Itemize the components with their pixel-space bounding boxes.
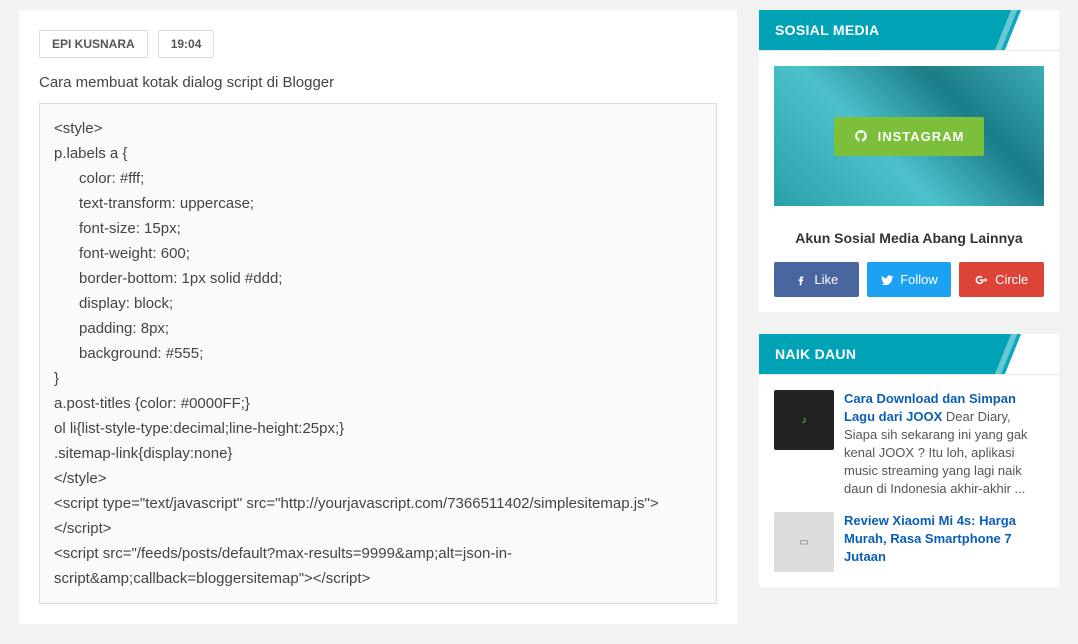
googleplus-label: Circle [995, 272, 1028, 287]
facebook-button[interactable]: Like [774, 262, 859, 297]
twitter-icon [880, 273, 894, 287]
post-intro: Cara membuat kotak dialog script di Blog… [39, 74, 717, 91]
googleplus-icon [975, 273, 989, 287]
popular-list: ♪ Cara Download dan Simpan Lagu dari JOO… [759, 375, 1059, 587]
popular-widget: NAIK DAUN ♪ Cara Download dan Simpan Lag… [759, 334, 1059, 587]
post-thumbnail[interactable]: ♪ [774, 390, 834, 450]
instagram-button[interactable]: INSTAGRAM [834, 117, 985, 156]
instagram-banner: INSTAGRAM [774, 66, 1044, 206]
widget-heading-social: SOSIAL MEDIA [759, 10, 1059, 51]
facebook-label: Like [814, 272, 838, 287]
social-caption: Akun Sosial Media Abang Lainnya [774, 230, 1044, 246]
sidebar: SOSIAL MEDIA INSTAGRAM Akun Sosial Media… [759, 10, 1059, 587]
post-meta: EPI KUSNARA 19:04 [39, 30, 717, 58]
post-article: EPI KUSNARA 19:04 Cara membuat kotak dia… [19, 10, 737, 624]
post-thumbnail[interactable]: ▭ [774, 512, 834, 572]
facebook-icon [794, 273, 808, 287]
author-badge[interactable]: EPI KUSNARA [39, 30, 148, 58]
social-buttons: Like Follow Circle [774, 262, 1044, 297]
list-item: ▭ Review Xiaomi Mi 4s: Harga Murah, Rasa… [774, 512, 1044, 572]
instagram-icon [854, 129, 868, 143]
twitter-button[interactable]: Follow [867, 262, 952, 297]
time-badge[interactable]: 19:04 [158, 30, 215, 58]
code-box: <style> p.labels a { color: #fff; text-t… [39, 103, 717, 604]
social-widget: SOSIAL MEDIA INSTAGRAM Akun Sosial Media… [759, 10, 1059, 312]
twitter-label: Follow [900, 272, 938, 287]
instagram-label: INSTAGRAM [878, 129, 965, 144]
list-item: ♪ Cara Download dan Simpan Lagu dari JOO… [774, 390, 1044, 498]
post-link[interactable]: Review Xiaomi Mi 4s: Harga Murah, Rasa S… [844, 513, 1016, 563]
widget-heading-popular: NAIK DAUN [759, 334, 1059, 375]
googleplus-button[interactable]: Circle [959, 262, 1044, 297]
